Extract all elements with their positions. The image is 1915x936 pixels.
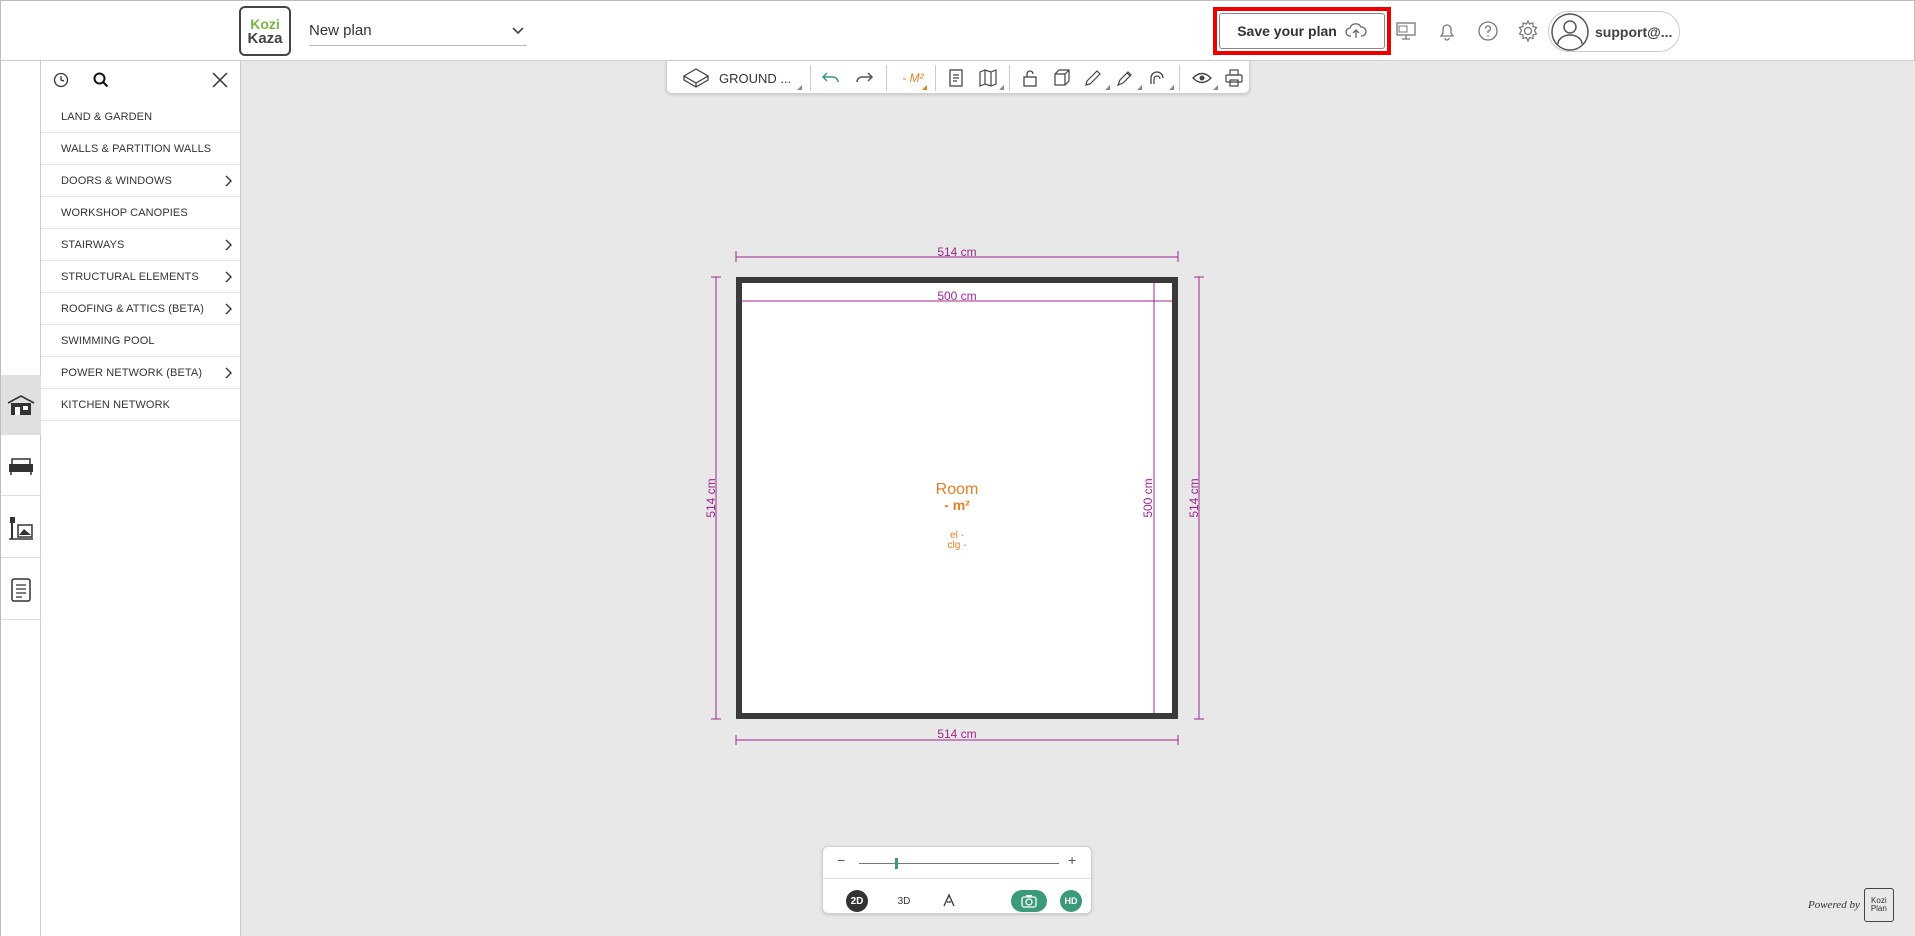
room-area: - m²	[944, 497, 970, 513]
kozi-plan-logo: Kozi Plan	[1863, 888, 1894, 922]
dim-left-outer: 514 cm	[704, 478, 718, 517]
zoom-in-button[interactable]: +	[1068, 852, 1076, 868]
zoom-out-button[interactable]: −	[837, 852, 845, 868]
zoom-slider-track[interactable]	[859, 858, 1059, 869]
dim-top-inner: 500 cm	[937, 289, 976, 303]
dim-bottom-outer: 514 cm	[937, 727, 976, 741]
powered-by: Powered by Kozi Plan	[1808, 888, 1894, 922]
dim-right-inner: 500 cm	[1141, 478, 1155, 517]
divider	[823, 878, 1091, 879]
mode-2d-button[interactable]: 2D	[846, 890, 868, 912]
room-name[interactable]: Room	[936, 481, 979, 498]
zoom-slider-thumb[interactable]	[895, 858, 898, 869]
view-controls: − + 2D 3D HD	[822, 846, 1092, 914]
dim-top-outer: 514 cm	[937, 245, 976, 259]
snapshot-button[interactable]	[1011, 890, 1047, 912]
dim-right-outer: 514 cm	[1187, 478, 1201, 517]
walkthrough-button[interactable]	[941, 892, 957, 913]
plan-canvas[interactable]: 514 cm 500 cm 514 cm 514 cm 500 cm 514 c…	[0, 0, 1915, 936]
powered-by-text: Powered by	[1808, 899, 1860, 911]
hd-render-button[interactable]: HD	[1060, 890, 1082, 912]
mode-3d-button[interactable]: 3D	[892, 890, 916, 912]
camera-icon	[1021, 895, 1037, 908]
walk-icon	[943, 893, 955, 907]
room-ceiling: clg -	[948, 540, 967, 551]
